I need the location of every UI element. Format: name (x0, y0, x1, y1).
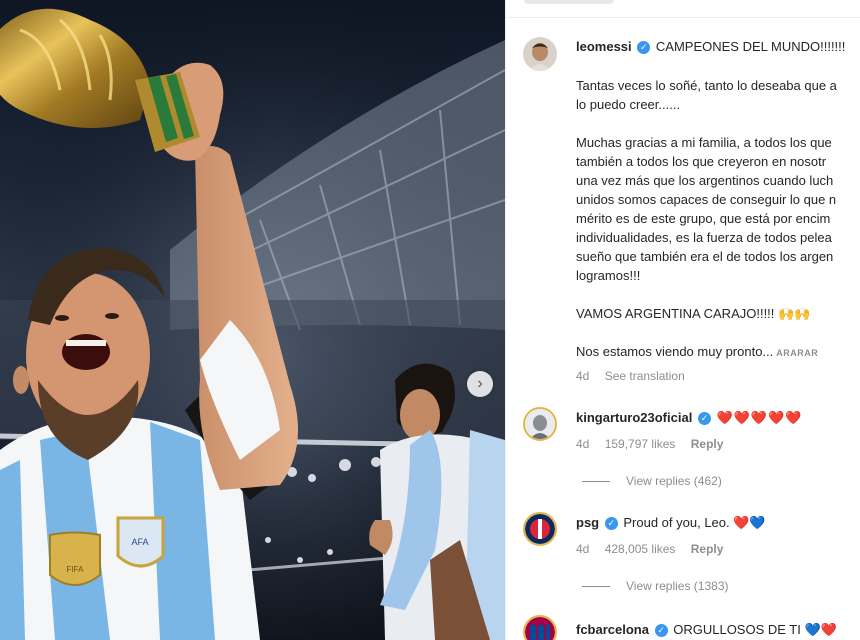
author-avatar[interactable] (523, 37, 557, 71)
caption-closing-text: Nos estamos viendo muy pronto... (576, 344, 774, 359)
caption-line: individualidades, es la fuerza de todos … (576, 230, 832, 245)
author-username[interactable]: leomessi (576, 39, 632, 54)
reply-button[interactable]: Reply (691, 437, 724, 451)
comment-meta: 4d 159,797 likes Reply (576, 437, 735, 451)
verified-badge-icon: ✓ (697, 412, 711, 425)
caption-meta: 4d See translation (576, 369, 697, 383)
caption-line-cheer: VAMOS ARGENTINA CARAJO!!!!! 🙌🙌 (576, 304, 860, 323)
comments-panel: leomessi ✓ CAMPEONES DEL MUNDO!!!!!!! Ta… (505, 0, 860, 640)
svg-text:AFA: AFA (131, 537, 148, 547)
header-username-placeholder (524, 0, 614, 4)
post-photo: FIFA AFA › (0, 0, 505, 640)
comment-text: Proud of you, Leo. (623, 515, 730, 530)
caption-age: 4d (576, 369, 590, 383)
comment-text: ❤️❤️❤️❤️❤️ (716, 410, 803, 425)
verified-badge-icon: ✓ (604, 517, 618, 530)
comment-avatar[interactable] (523, 512, 557, 546)
comment-row: psg ✓ Proud of you, Leo. ❤️💙 (576, 513, 766, 532)
comment-username[interactable]: psg (576, 515, 599, 530)
svg-text:FIFA: FIFA (67, 565, 85, 574)
caption-body: Tantas veces lo soñé, tanto lo deseaba q… (576, 76, 860, 363)
view-replies-label: View replies (1383) (626, 579, 729, 593)
comment-text: ORGULLOSOS DE TI (673, 622, 801, 637)
chevron-right-icon: › (477, 375, 483, 392)
psg-logo-icon (525, 514, 555, 544)
view-replies-label: View replies (462) (626, 474, 722, 488)
caption-line: mérito es de este grupo, que está por en… (576, 211, 831, 226)
comment-hearts: ❤️💙 (733, 515, 766, 530)
comment-row: fcbarcelona ✓ ORGULLOSOS DE TI 💙❤️ (576, 620, 837, 639)
caption-line: Muchas gracias a mi familia, a todos los… (576, 135, 832, 150)
caption-line: sueño que también era el de todos los ar… (576, 249, 834, 264)
comment-username[interactable]: fcbarcelona (576, 622, 649, 637)
comment-row: kingarturo23oficial ✓ ❤️❤️❤️❤️❤️ (576, 408, 803, 427)
replies-divider (582, 585, 610, 587)
fcbarcelona-logo-icon (525, 617, 555, 640)
caption-line: también a todos los que creyeron en noso… (576, 154, 827, 169)
comment-avatar[interactable] (523, 615, 557, 640)
comment-meta: 4d 428,005 likes Reply (576, 542, 735, 556)
raised-hands-emoji: 🙌🙌 (778, 306, 811, 321)
comment-avatar[interactable] (523, 407, 557, 441)
caption-cheer-text: VAMOS ARGENTINA CARAJO!!!!! (576, 306, 775, 321)
reply-button[interactable]: Reply (691, 542, 724, 556)
see-translation-link[interactable]: See translation (605, 369, 685, 383)
caption-line-last: Nos estamos viendo muy pronto... ARARAR (576, 342, 860, 363)
verified-badge-icon: ✓ (654, 624, 668, 637)
comment-avatar-image (525, 409, 555, 439)
more-button[interactable]: ARARAR (776, 348, 818, 358)
caption-line: lo puedo creer...... (576, 97, 681, 112)
photo-illustration: FIFA AFA (0, 0, 505, 640)
caption-line: una vez más que los argentinos cuando lu… (576, 173, 834, 188)
instagram-post-view: FIFA AFA › leomessi ✓ CAMPEONES DEL MUND… (0, 0, 860, 640)
comment-likes[interactable]: 428,005 likes (605, 542, 676, 556)
comment-age: 4d (576, 542, 590, 556)
caption-title: CAMPEONES DEL MUNDO!!!!!!! (655, 39, 846, 54)
view-replies-button[interactable]: View replies (462) (582, 474, 722, 488)
view-replies-button[interactable]: View replies (1383) (582, 579, 729, 593)
verified-badge-icon: ✓ (637, 41, 651, 54)
caption-line: logramos!!! (576, 268, 641, 283)
comment-likes[interactable]: 159,797 likes (605, 437, 676, 451)
comment-username[interactable]: kingarturo23oficial (576, 410, 692, 425)
next-photo-button[interactable]: › (467, 371, 493, 397)
replies-divider (582, 480, 610, 482)
comment-age: 4d (576, 437, 590, 451)
caption-line: Tantas veces lo soñé, tanto lo deseaba q… (576, 78, 837, 93)
panel-header (506, 0, 860, 18)
comment-hearts: 💙❤️ (804, 622, 837, 637)
caption-line: unidos somos capaces de conseguir lo que… (576, 192, 837, 207)
caption-header: leomessi ✓ CAMPEONES DEL MUNDO!!!!!!! (576, 37, 845, 56)
author-avatar-image (523, 37, 557, 71)
